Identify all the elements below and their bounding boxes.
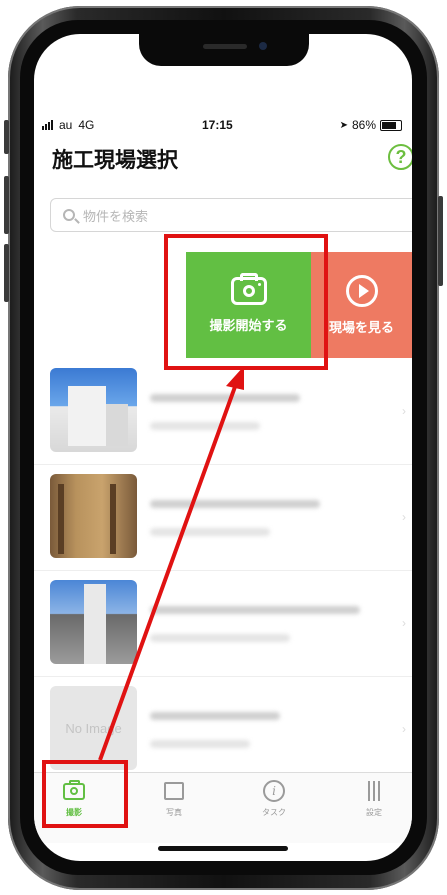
clock: 17:15	[202, 118, 233, 132]
site-address-redacted	[150, 528, 270, 536]
list-item[interactable]: ›	[34, 358, 412, 465]
page-title: 施工現場選択	[52, 149, 178, 172]
site-thumbnail	[50, 474, 137, 558]
front-camera	[259, 42, 267, 50]
phone-screen: au 4G 17:15 ➤ 86% 施工現場選択 ? 物件を検索 撮影開始する …	[34, 34, 412, 861]
signal-icon	[42, 120, 53, 130]
volume-up-button	[4, 176, 9, 234]
site-address-redacted	[150, 740, 250, 748]
site-name-redacted	[150, 606, 360, 614]
sliders-icon	[361, 779, 387, 803]
tab-label: タスク	[262, 808, 286, 817]
chevron-right-icon: ›	[402, 722, 406, 736]
volume-down-button	[4, 244, 9, 302]
notch	[139, 34, 309, 66]
tab-label: 設定	[366, 808, 382, 817]
home-indicator	[158, 846, 288, 851]
help-button[interactable]: ?	[388, 144, 412, 170]
network-label: 4G	[78, 118, 95, 132]
mute-switch	[4, 120, 9, 154]
power-button	[438, 196, 443, 286]
tab-label: 写真	[166, 808, 182, 817]
tab-photos[interactable]: 写真	[136, 779, 212, 818]
view-site-label: 現場を見る	[328, 319, 394, 335]
site-thumbnail-placeholder: No Image	[50, 686, 137, 770]
play-icon	[345, 274, 378, 307]
search-icon	[63, 209, 75, 221]
location-arrow-icon: ➤	[339, 119, 348, 131]
site-name-redacted	[150, 394, 300, 402]
search-placeholder: 物件を検索	[83, 208, 149, 224]
carrier-label: au	[59, 118, 73, 132]
site-address-redacted	[150, 422, 260, 430]
battery-percent: 86%	[351, 118, 376, 132]
site-name-redacted	[150, 712, 280, 720]
tab-tasks[interactable]: i タスク	[236, 779, 312, 818]
photo-icon	[161, 779, 187, 803]
tab-settings[interactable]: 設定	[336, 779, 412, 818]
battery-icon	[380, 119, 402, 131]
status-bar: au 4G 17:15 ➤ 86%	[34, 116, 412, 136]
site-thumbnail	[50, 368, 137, 452]
search-input[interactable]: 物件を検索	[50, 198, 412, 232]
site-address-redacted	[150, 634, 290, 642]
chevron-right-icon: ›	[402, 510, 406, 524]
speaker	[203, 44, 247, 49]
highlight-shoot-tab	[42, 760, 128, 828]
highlight-start-shooting	[164, 234, 328, 370]
site-name-redacted	[150, 500, 320, 508]
info-icon: i	[261, 779, 287, 803]
chevron-right-icon: ›	[402, 616, 406, 630]
list-item[interactable]: ›	[34, 570, 412, 677]
chevron-right-icon: ›	[402, 404, 406, 418]
list-item[interactable]: ›	[34, 464, 412, 571]
site-thumbnail	[50, 580, 137, 664]
